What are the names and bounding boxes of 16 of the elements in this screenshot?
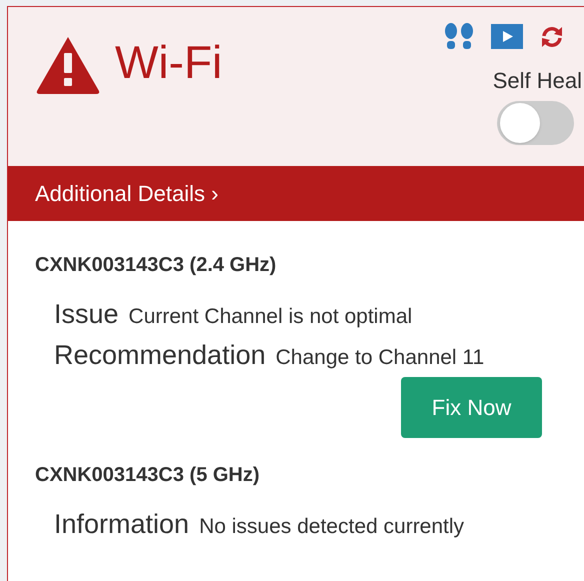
- section-heading: CXNK003143C3 (5 GHz): [35, 463, 261, 488]
- self-heal-toggle[interactable]: [497, 101, 574, 145]
- play-icon[interactable]: [491, 24, 523, 49]
- additional-details-link[interactable]: Additional Details ›: [8, 166, 584, 221]
- field-label: Issue: [54, 298, 119, 331]
- self-heal-label: Self Heal: [492, 67, 582, 95]
- section-heading: CXNK003143C3 (2.4 GHz): [35, 253, 278, 278]
- field-label: Recommendation: [54, 338, 266, 372]
- warning-icon: [35, 35, 101, 95]
- refresh-icon[interactable]: [540, 24, 564, 48]
- field-value: Change to Channel 11: [276, 344, 484, 370]
- field-value: Current Channel is not optimal: [128, 304, 412, 330]
- footprints-icon[interactable]: [444, 23, 474, 50]
- field-label: Information: [54, 508, 190, 541]
- field-value: No issues detected currently: [199, 514, 464, 540]
- page-title: Wi-Fi: [115, 39, 222, 85]
